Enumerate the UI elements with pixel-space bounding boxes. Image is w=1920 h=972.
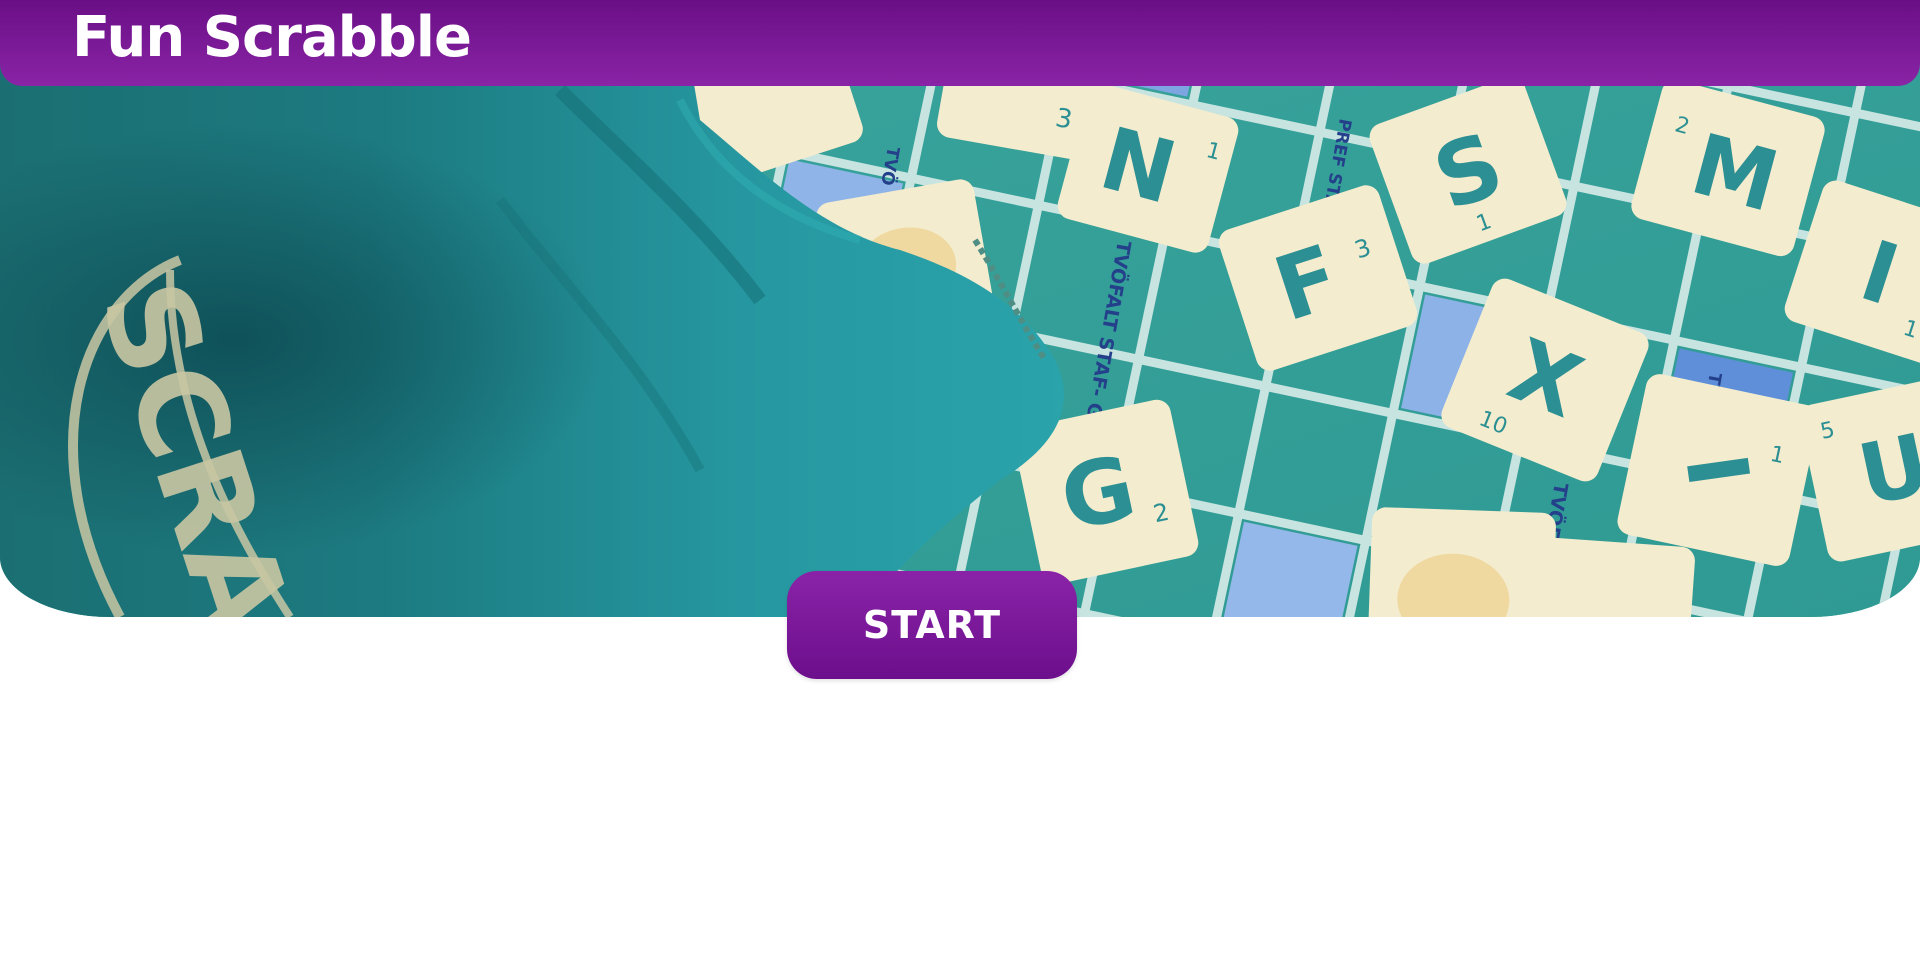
start-button[interactable]: START <box>787 571 1077 679</box>
header-bar: Fun Scrabble <box>0 0 1920 86</box>
tile-bottom <box>1527 537 1695 617</box>
page: TVÖFALT STAF- GILDI TVÖFA STAF GILDI PRE… <box>0 0 1920 972</box>
app-title: Fun Scrabble <box>72 5 472 70</box>
hero-image: TVÖFALT STAF- GILDI TVÖFA STAF GILDI PRE… <box>0 0 1920 617</box>
tile-cup-2 <box>1367 507 1556 617</box>
